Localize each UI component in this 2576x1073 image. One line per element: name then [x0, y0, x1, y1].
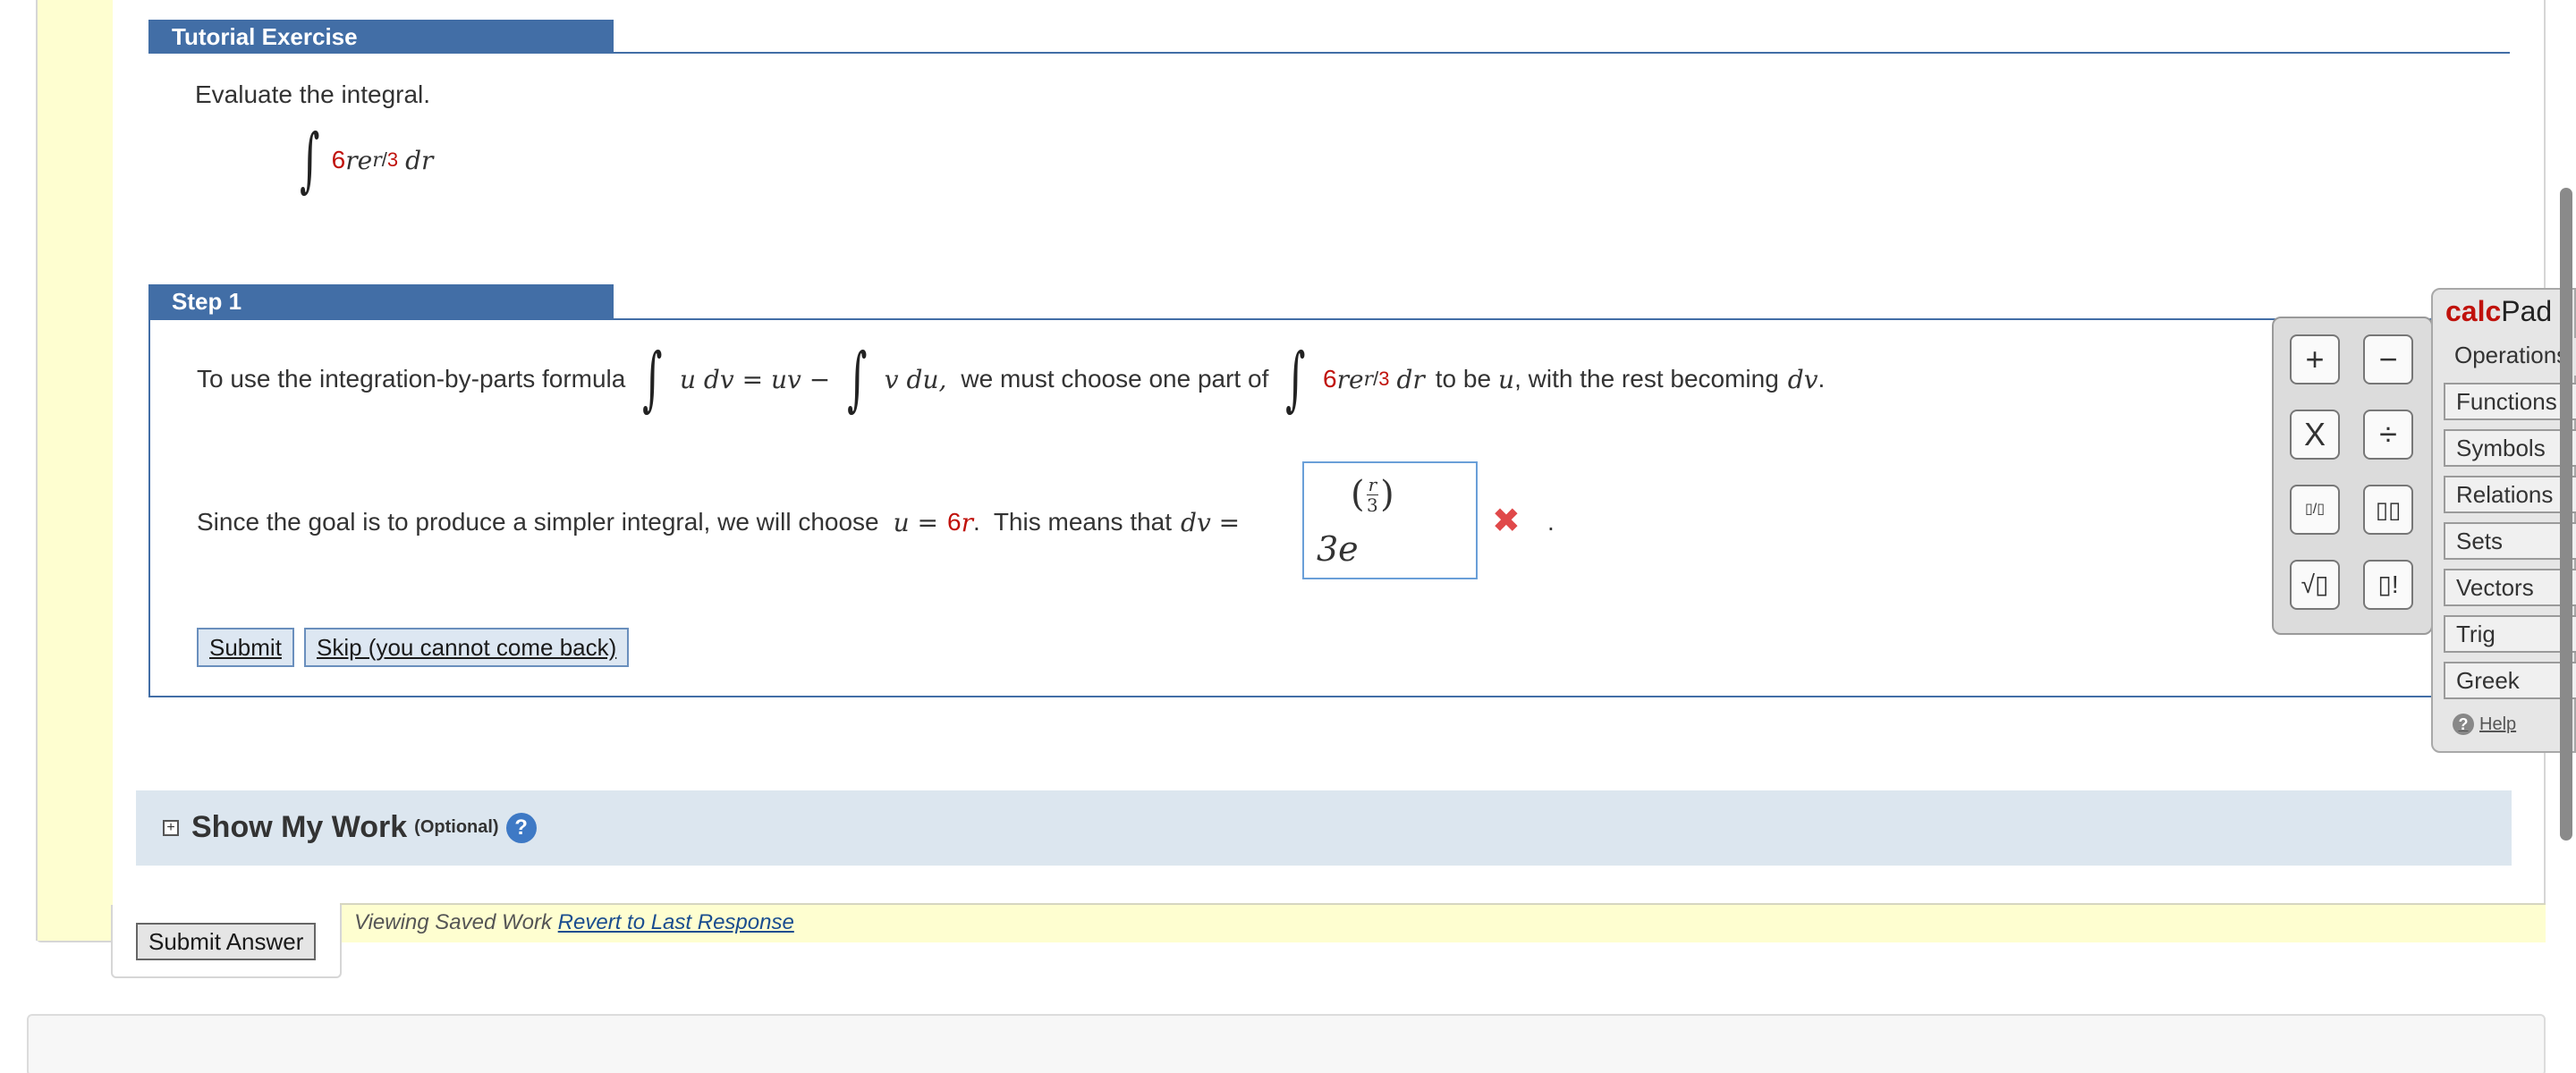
- right-paren: ): [1380, 474, 1394, 515]
- integral-sign-icon: ∫: [1285, 339, 1306, 419]
- multiply-key[interactable]: X: [2290, 410, 2340, 460]
- calcpad-panel: calcPad Operations Functions Symbols Rel…: [2431, 288, 2576, 753]
- tab-symbols[interactable]: Symbols: [2444, 429, 2576, 467]
- integrand-differential: dr: [405, 145, 434, 175]
- incorrect-x-icon: ✖: [1492, 503, 1521, 540]
- skip-step-button[interactable]: Skip (you cannot come back): [304, 628, 630, 667]
- tutorial-exercise-header: Tutorial Exercise: [148, 20, 614, 54]
- calcpad-title: calcPad: [2445, 295, 2552, 328]
- inline-differential: dr: [1396, 364, 1425, 394]
- u-coefficient: 6: [947, 508, 962, 536]
- integrand-variable: r: [345, 145, 358, 175]
- math-keypad: + − X ÷ ▯/▯ ▯▯ √▯ ▯!: [2272, 317, 2433, 635]
- exponent-denominator: 3: [386, 148, 399, 171]
- simpler-integral-text: Since the goal is to produce a simpler i…: [197, 508, 879, 536]
- plus-key[interactable]: +: [2290, 334, 2340, 384]
- inline-exp-number: 3: [1378, 368, 1390, 390]
- line-1-period: .: [1818, 365, 1826, 393]
- question-margin-strip: [36, 0, 113, 941]
- fraction-key[interactable]: ▯/▯: [2290, 485, 2340, 535]
- dv-answer-input[interactable]: ( r 3 ) 3e: [1302, 461, 1478, 579]
- vertical-scrollbar[interactable]: [2560, 188, 2572, 841]
- ibp-formula-right: v du,: [884, 364, 947, 394]
- show-my-work-optional: (Optional): [414, 817, 499, 837]
- next-question-panel: [27, 1014, 2546, 1073]
- integrand-base: e: [357, 145, 373, 175]
- tab-trig[interactable]: Trig: [2444, 615, 2576, 653]
- calcpad-help-link[interactable]: ? Help: [2453, 714, 2516, 735]
- integral-sign-icon: ∫: [300, 120, 320, 200]
- step-1-line-2: Since the goal is to produce a simpler i…: [197, 504, 1249, 540]
- answer-base: 3e: [1317, 529, 1359, 569]
- inline-integrand: 6 r e r/3 dr: [1323, 365, 1425, 394]
- expand-plus-icon[interactable]: +: [163, 819, 179, 836]
- tab-relations[interactable]: Relations: [2444, 476, 2576, 513]
- fraction-numerator: r: [1366, 473, 1379, 495]
- integrand-exponent: r/3: [372, 148, 398, 172]
- tab-sets[interactable]: Sets: [2444, 522, 2576, 560]
- problem-integral: ∫ 6 r e r/3 dr: [292, 125, 433, 195]
- submit-answer-wrap: Submit Answer: [111, 905, 342, 978]
- inline-exp-variable: r: [1363, 368, 1374, 391]
- u-variable-r: r: [961, 507, 973, 537]
- exponent-variable: r: [372, 149, 382, 172]
- to-be-text: to be: [1435, 365, 1492, 393]
- tab-operations[interactable]: Operations: [2444, 338, 2576, 376]
- instruction-text: Evaluate the integral.: [195, 80, 431, 108]
- revert-link[interactable]: Revert to Last Response: [558, 910, 794, 934]
- dv-variable: dv: [1787, 364, 1818, 394]
- tutorial-header-rule: [614, 52, 2510, 54]
- answer-exponent-fraction: r 3: [1366, 473, 1379, 516]
- integrand-coefficient: 6: [331, 146, 346, 173]
- answer-trailing-period: .: [1547, 508, 1555, 536]
- integral-sign-icon: ∫: [642, 339, 663, 419]
- factorial-key[interactable]: ▯!: [2363, 560, 2413, 610]
- tab-functions[interactable]: Functions: [2444, 383, 2576, 420]
- step-1-line-1: To use the integration-by-parts formula …: [197, 344, 1834, 414]
- inline-exponent: r/3: [1364, 368, 1390, 391]
- choose-part-text: we must choose one part of: [961, 365, 1269, 393]
- exponent-key[interactable]: ▯▯: [2363, 485, 2413, 535]
- question-help-icon[interactable]: ?: [505, 812, 537, 843]
- ibp-formula-left: u dv = uv −: [680, 364, 831, 394]
- show-my-work-title: Show My Work: [191, 810, 408, 844]
- saved-work-status-bar: Viewing Saved Work Revert to Last Respon…: [340, 903, 2546, 942]
- left-paren: (: [1351, 474, 1365, 515]
- step-1-header: Step 1: [148, 284, 614, 318]
- calcpad-title-pad: Pad: [2501, 295, 2553, 327]
- dv-equals: dv =: [1181, 507, 1241, 537]
- inline-base: e: [1348, 364, 1364, 394]
- show-my-work-panel[interactable]: + Show My Work (Optional) ?: [136, 790, 2512, 866]
- integral-sign-icon: ∫: [847, 339, 868, 419]
- rest-becoming-text: , with the rest becoming: [1514, 365, 1779, 393]
- u-equals: u =: [893, 507, 939, 537]
- sqrt-key[interactable]: √▯: [2290, 560, 2340, 610]
- page: Tutorial Exercise Evaluate the integral.…: [0, 0, 2576, 1073]
- help-icon: ?: [2453, 714, 2474, 735]
- means-that-text: . This means that: [973, 508, 1173, 536]
- submit-step-button[interactable]: Submit: [197, 628, 294, 667]
- help-label: Help: [2479, 714, 2517, 734]
- show-my-work-toggle[interactable]: + Show My Work (Optional) ?: [163, 810, 537, 845]
- submit-answer-button[interactable]: Submit Answer: [136, 923, 317, 960]
- fraction-denominator: 3: [1367, 494, 1378, 516]
- inline-variable: r: [1336, 364, 1349, 394]
- formula-intro-text: To use the integration-by-parts formula: [197, 365, 626, 393]
- tab-vectors[interactable]: Vectors: [2444, 569, 2576, 606]
- inline-coefficient: 6: [1323, 365, 1337, 393]
- answer-exponent: ( r 3 ): [1351, 474, 1394, 515]
- minus-key[interactable]: −: [2363, 334, 2413, 384]
- tab-greek[interactable]: Greek: [2444, 662, 2576, 699]
- saved-work-text: Viewing Saved Work: [354, 910, 552, 934]
- calcpad-title-calc: calc: [2445, 295, 2502, 327]
- u-variable: u: [1498, 364, 1515, 394]
- divide-key[interactable]: ÷: [2363, 410, 2413, 460]
